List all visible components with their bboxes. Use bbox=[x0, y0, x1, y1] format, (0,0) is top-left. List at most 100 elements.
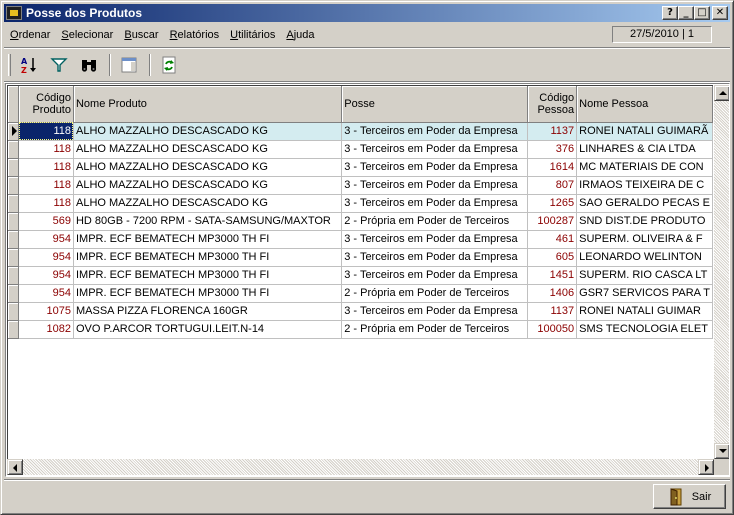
menu-ajuda[interactable]: Ajuda bbox=[281, 29, 319, 41]
cell-posse[interactable]: 2 - Própria em Poder de Terceiros bbox=[341, 320, 528, 339]
cell-codigo-pessoa[interactable]: 1406 bbox=[527, 284, 578, 303]
cell-codigo-produto[interactable]: 954 bbox=[18, 266, 74, 285]
row-indicator[interactable] bbox=[8, 320, 20, 339]
cell-nome-pessoa[interactable]: RONEI NATALI GUIMAR bbox=[576, 302, 713, 321]
title-bar[interactable]: Posse dos Produtos ? _ □ ✕ bbox=[4, 4, 730, 22]
cell-posse[interactable]: 3 - Terceiros em Poder da Empresa bbox=[341, 266, 528, 285]
cell-posse[interactable]: 3 - Terceiros em Poder da Empresa bbox=[341, 122, 528, 141]
table-row[interactable]: 954 IMPR. ECF BEMATECH MP3000 TH FI 3 - Te… bbox=[8, 266, 713, 285]
scroll-down-button[interactable] bbox=[714, 443, 729, 459]
header-nome-pessoa[interactable]: Nome Pessoa bbox=[576, 86, 713, 123]
row-indicator[interactable] bbox=[8, 158, 20, 177]
cell-codigo-pessoa[interactable]: 1137 bbox=[527, 302, 578, 321]
scroll-left-button[interactable] bbox=[7, 459, 23, 475]
refresh-icon[interactable] bbox=[157, 53, 181, 77]
header-codigo-produto[interactable]: Código Produto bbox=[18, 86, 74, 123]
cell-nome-produto[interactable]: IMPR. ECF BEMATECH MP3000 TH FI bbox=[73, 248, 343, 267]
maximize-button[interactable]: □ bbox=[694, 6, 710, 20]
cell-posse[interactable]: 3 - Terceiros em Poder da Empresa bbox=[341, 194, 528, 213]
sort-az-icon[interactable]: A Z bbox=[17, 53, 41, 77]
cell-nome-pessoa[interactable]: IRMAOS TEIXEIRA DE C bbox=[576, 176, 713, 195]
cell-codigo-pessoa[interactable]: 605 bbox=[527, 248, 578, 267]
table-row[interactable]: 118 ALHO MAZZALHO DESCASCADO KG 3 - Tercei… bbox=[8, 140, 713, 159]
cell-codigo-produto[interactable]: 118 bbox=[18, 194, 74, 213]
cell-posse[interactable]: 3 - Terceiros em Poder da Empresa bbox=[341, 248, 528, 267]
cell-nome-pessoa[interactable]: SND DIST.DE PRODUTO bbox=[576, 212, 713, 231]
cell-codigo-pessoa[interactable]: 1137 bbox=[527, 122, 578, 141]
cell-codigo-produto[interactable]: 954 bbox=[18, 284, 74, 303]
filter-icon[interactable] bbox=[47, 53, 71, 77]
row-indicator[interactable] bbox=[8, 230, 20, 249]
cell-nome-pessoa[interactable]: LINHARES & CIA LTDA bbox=[576, 140, 713, 159]
cell-nome-produto[interactable]: ALHO MAZZALHO DESCASCADO KG bbox=[73, 176, 343, 195]
cell-codigo-produto[interactable]: 569 bbox=[18, 212, 74, 231]
cell-nome-pessoa[interactable]: GSR7 SERVICOS PARA T bbox=[576, 284, 713, 303]
cell-codigo-produto[interactable]: 954 bbox=[18, 248, 74, 267]
header-posse[interactable]: Posse bbox=[341, 86, 528, 123]
cell-codigo-produto[interactable]: 118 bbox=[18, 176, 74, 195]
cell-nome-produto[interactable]: IMPR. ECF BEMATECH MP3000 TH FI bbox=[73, 284, 343, 303]
cell-nome-produto[interactable]: OVO P.ARCOR TORTUGUI.LEIT.N-14 bbox=[73, 320, 343, 339]
cell-codigo-pessoa[interactable]: 1614 bbox=[527, 158, 578, 177]
table-row[interactable]: 118 ALHO MAZZALHO DESCASCADO KG 3 - Tercei… bbox=[8, 194, 713, 213]
cell-posse[interactable]: 2 - Própria em Poder de Terceiros bbox=[341, 284, 528, 303]
menu-ordenar[interactable]: Ordenar bbox=[5, 29, 55, 41]
cell-codigo-produto[interactable]: 118 bbox=[18, 158, 74, 177]
row-indicator[interactable] bbox=[8, 212, 20, 231]
table-row[interactable]: 569 HD 80GB - 7200 RPM - SATA-SAMSUNG/MAX… bbox=[8, 212, 713, 231]
header-codigo-pessoa[interactable]: Código Pessoa bbox=[527, 86, 578, 123]
row-indicator[interactable] bbox=[8, 284, 20, 303]
row-indicator[interactable] bbox=[8, 194, 20, 213]
cell-posse[interactable]: 3 - Terceiros em Poder da Empresa bbox=[341, 176, 528, 195]
row-indicator[interactable] bbox=[8, 122, 20, 141]
cell-nome-produto[interactable]: ALHO MAZZALHO DESCASCADO KG bbox=[73, 140, 343, 159]
cell-nome-pessoa[interactable]: SUPERM. RIO CASCA LT bbox=[576, 266, 713, 285]
cell-nome-pessoa[interactable]: RONEI NATALI GUIMARÃ bbox=[576, 122, 713, 141]
cell-nome-produto[interactable]: MASSA PIZZA FLORENCA 160GR bbox=[73, 302, 343, 321]
cell-nome-produto[interactable]: ALHO MAZZALHO DESCASCADO KG bbox=[73, 122, 343, 141]
row-indicator[interactable] bbox=[8, 176, 20, 195]
toolbar-grip[interactable] bbox=[8, 54, 11, 76]
table-row[interactable]: 118 ALHO MAZZALHO DESCASCADO KG 3 - Tercei… bbox=[8, 122, 713, 141]
cell-codigo-pessoa[interactable]: 1265 bbox=[527, 194, 578, 213]
cell-codigo-pessoa[interactable]: 376 bbox=[527, 140, 578, 159]
cell-nome-produto[interactable]: IMPR. ECF BEMATECH MP3000 TH FI bbox=[73, 266, 343, 285]
scroll-right-button[interactable] bbox=[698, 459, 714, 475]
menu-utilitarios[interactable]: Utilitários bbox=[225, 29, 280, 41]
cell-posse[interactable]: 3 - Terceiros em Poder da Empresa bbox=[341, 230, 528, 249]
header-nome-produto[interactable]: Nome Produto bbox=[73, 86, 343, 123]
scroll-up-button[interactable] bbox=[714, 85, 729, 101]
horizontal-scrollbar[interactable] bbox=[7, 459, 714, 475]
cell-posse[interactable]: 3 - Terceiros em Poder da Empresa bbox=[341, 140, 528, 159]
cell-nome-produto[interactable]: ALHO MAZZALHO DESCASCADO KG bbox=[73, 158, 343, 177]
cell-posse[interactable]: 3 - Terceiros em Poder da Empresa bbox=[341, 302, 528, 321]
cell-codigo-pessoa[interactable]: 100050 bbox=[527, 320, 578, 339]
cell-nome-produto[interactable]: HD 80GB - 7200 RPM - SATA-SAMSUNG/MAXTOR bbox=[73, 212, 343, 231]
cell-nome-produto[interactable]: IMPR. ECF BEMATECH MP3000 TH FI bbox=[73, 230, 343, 249]
menu-relatorios[interactable]: Relatórios bbox=[165, 29, 225, 41]
table-row[interactable]: 1075 MASSA PIZZA FLORENCA 160GR 3 - Tercei… bbox=[8, 302, 713, 321]
cell-codigo-pessoa[interactable]: 461 bbox=[527, 230, 578, 249]
row-indicator[interactable] bbox=[8, 266, 20, 285]
binoculars-icon[interactable] bbox=[77, 53, 101, 77]
cell-codigo-pessoa[interactable]: 1451 bbox=[527, 266, 578, 285]
menu-selecionar[interactable]: Selecionar bbox=[56, 29, 118, 41]
cell-codigo-produto[interactable]: 118 bbox=[18, 122, 74, 141]
row-indicator[interactable] bbox=[8, 140, 20, 159]
table-row[interactable]: 954 IMPR. ECF BEMATECH MP3000 TH FI 3 - Te… bbox=[8, 248, 713, 267]
minimize-button[interactable]: _ bbox=[678, 6, 694, 20]
table-row[interactable]: 954 IMPR. ECF BEMATECH MP3000 TH FI 2 - Pr… bbox=[8, 284, 713, 303]
row-indicator[interactable] bbox=[8, 302, 20, 321]
window-icon[interactable] bbox=[117, 53, 141, 77]
table-row[interactable]: 954 IMPR. ECF BEMATECH MP3000 TH FI 3 - Te… bbox=[8, 230, 713, 249]
close-button[interactable]: ✕ bbox=[712, 6, 728, 20]
cell-codigo-produto[interactable]: 1075 bbox=[18, 302, 74, 321]
cell-posse[interactable]: 3 - Terceiros em Poder da Empresa bbox=[341, 158, 528, 177]
table-row[interactable]: 1082 OVO P.ARCOR TORTUGUI.LEIT.N-14 2 - Pr… bbox=[8, 320, 713, 339]
cell-nome-pessoa[interactable]: SAO GERALDO PECAS E bbox=[576, 194, 713, 213]
cell-codigo-pessoa[interactable]: 100287 bbox=[527, 212, 578, 231]
table-row[interactable]: 118 ALHO MAZZALHO DESCASCADO KG 3 - Tercei… bbox=[8, 176, 713, 195]
cell-posse[interactable]: 2 - Própria em Poder de Terceiros bbox=[341, 212, 528, 231]
cell-nome-pessoa[interactable]: MC MATERIAIS DE CON bbox=[576, 158, 713, 177]
vertical-scrollbar[interactable] bbox=[714, 85, 729, 459]
